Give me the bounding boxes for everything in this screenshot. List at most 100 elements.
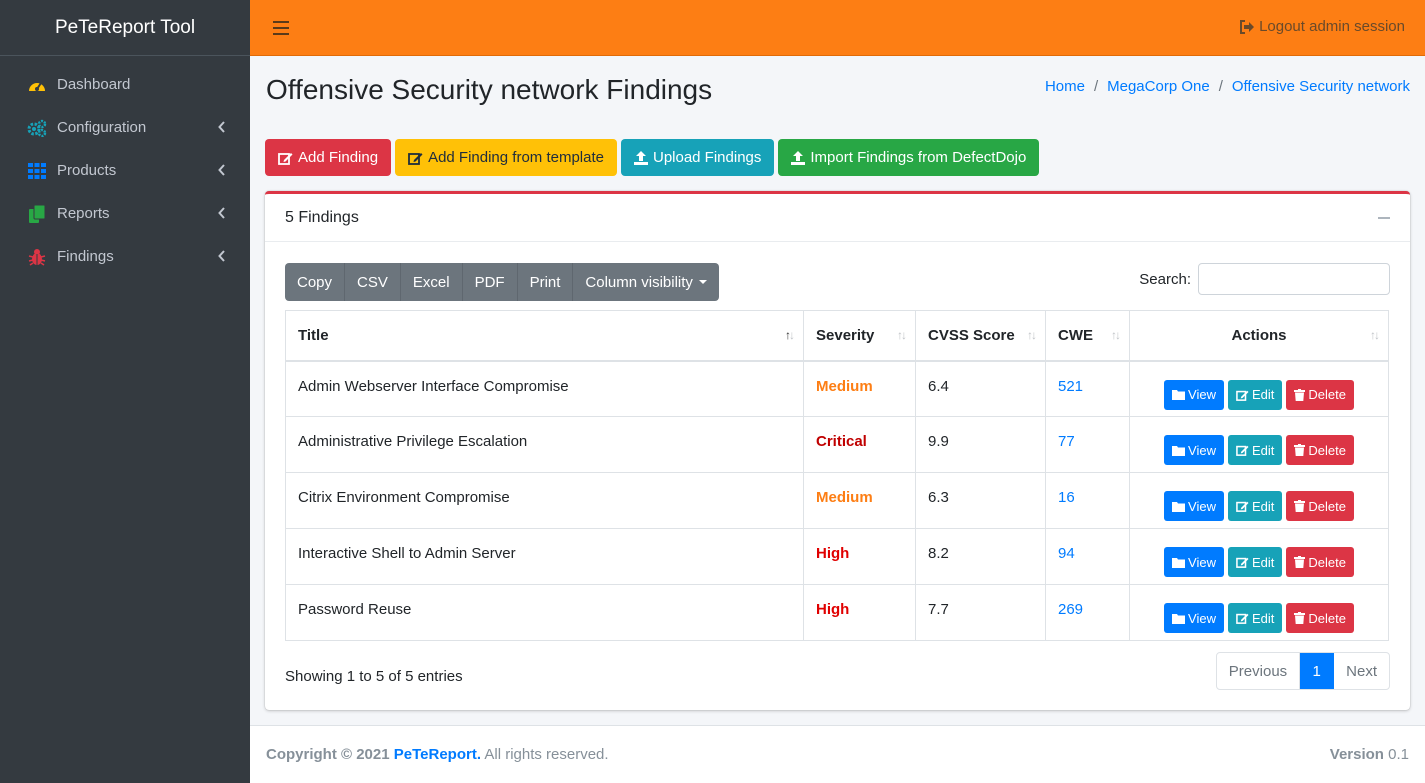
pagination-next[interactable]: Next (1334, 653, 1389, 689)
brand-title[interactable]: PeTeReport Tool (0, 0, 250, 56)
copyright: Copyright © 2021 PeTeReport. All rights … (266, 746, 609, 763)
edit-button[interactable]: Edit (1227, 547, 1283, 577)
upload-findings-button[interactable]: Upload Findings (620, 139, 775, 176)
finding-actions: View Edit Delete (1129, 528, 1389, 585)
delete-button[interactable]: Delete (1286, 379, 1354, 410)
breadcrumb-separator: / (1093, 78, 1099, 95)
breadcrumb: Home / MegaCorp One / Offensive Security… (1045, 78, 1410, 95)
excel-button[interactable]: Excel (400, 263, 463, 301)
trash-icon (1294, 500, 1306, 512)
table-row: Admin Webserver Interface Compromise Medi… (285, 360, 1389, 417)
edit-button[interactable]: Edit (1227, 435, 1283, 465)
view-button[interactable]: View (1164, 603, 1224, 633)
view-button[interactable]: View (1164, 547, 1224, 577)
column-header-cvss[interactable]: CVSS Score ↑↓ (915, 310, 1046, 362)
finding-cwe-link[interactable]: 269 (1045, 584, 1130, 641)
sidebar-item-label: Products (57, 162, 117, 179)
sidebar: PeTeReport Tool Dashboard Configuration … (0, 0, 250, 783)
finding-actions: View Edit Delete (1129, 472, 1389, 529)
finding-cwe-link[interactable]: 94 (1045, 528, 1130, 585)
edit-button[interactable]: Edit (1227, 603, 1283, 633)
delete-button[interactable]: Delete (1286, 435, 1354, 465)
finding-cwe-link[interactable]: 521 (1045, 360, 1130, 417)
add-finding-from-template-button[interactable]: Add Finding from template (395, 139, 617, 176)
folder-icon (1172, 501, 1186, 512)
edit-button[interactable]: Edit (1227, 379, 1283, 410)
table-info: Showing 1 to 5 of 5 entries (285, 668, 463, 685)
finding-severity: Medium (803, 472, 916, 529)
search-label: Search: (1139, 270, 1191, 288)
sidebar-item-configuration[interactable]: Configuration (0, 106, 250, 149)
sidebar-item-products[interactable]: Products (0, 149, 250, 192)
page-title: Offensive Security network Findings (266, 74, 713, 105)
delete-button[interactable]: Delete (1286, 603, 1354, 633)
trash-icon (1294, 388, 1306, 401)
table-row: Interactive Shell to Admin Server High 8.2… (285, 528, 1389, 585)
column-header-title[interactable]: Title ↑↓ (285, 310, 804, 362)
pagination-previous[interactable]: Previous (1217, 653, 1301, 689)
finding-cwe-link[interactable]: 16 (1045, 472, 1130, 529)
edit-icon (408, 151, 423, 165)
trash-icon (1294, 444, 1306, 456)
add-finding-button[interactable]: Add Finding (265, 139, 392, 176)
finding-action-bar: Add Finding Add Finding from template Up… (265, 139, 1043, 176)
column-header-severity[interactable]: Severity ↑↓ (803, 310, 916, 362)
finding-actions: View Edit Delete (1129, 584, 1389, 641)
delete-button[interactable]: Delete (1286, 547, 1354, 577)
chevron-left-icon (218, 249, 226, 265)
table-export-buttons: Copy CSV Excel PDF Print Column visibili… (285, 263, 719, 301)
sidebar-item-dashboard[interactable]: Dashboard (0, 63, 250, 106)
finding-cwe-link[interactable]: 77 (1045, 416, 1130, 473)
csv-button[interactable]: CSV (345, 263, 401, 301)
trash-icon (1294, 556, 1306, 568)
view-button[interactable]: View (1164, 435, 1224, 465)
folder-icon (1172, 445, 1186, 456)
version-info: Version 0.1 (1329, 746, 1409, 763)
breadcrumb-home[interactable]: Home (1045, 78, 1085, 95)
copy-button[interactable]: Copy (285, 263, 346, 301)
edit-icon (1236, 444, 1249, 456)
finding-title: Administrative Privilege Escalation (285, 416, 804, 473)
collapse-minus-icon[interactable] (1378, 216, 1390, 219)
finding-cvss: 9.9 (915, 416, 1046, 473)
pdf-button[interactable]: PDF (462, 263, 518, 301)
column-header-cwe[interactable]: CWE ↑↓ (1045, 310, 1130, 362)
table-row: Citrix Environment Compromise Medium 6.3 16… (285, 472, 1389, 529)
table-header-row: Title ↑↓ Severity ↑↓ CVSS Score ↑↓ CWE ↑↓ Ac… (285, 310, 1389, 362)
finding-cvss: 8.2 (915, 528, 1046, 585)
breadcrumb-report[interactable]: Offensive Security network (1232, 78, 1410, 95)
sidebar-nav: Dashboard Configuration Products Reports… (0, 56, 250, 278)
trash-icon (1294, 612, 1306, 624)
top-navbar: Logout admin session (250, 0, 1425, 56)
view-button[interactable]: View (1164, 491, 1224, 521)
grid-icon (27, 162, 47, 180)
finding-title: Admin Webserver Interface Compromise (285, 360, 804, 417)
table-row: Password Reuse High 7.7 269 View Edit Delete (285, 584, 1389, 641)
upload-icon (791, 150, 806, 165)
sidebar-item-findings[interactable]: Findings (0, 235, 250, 278)
breadcrumb-customer[interactable]: MegaCorp One (1107, 78, 1210, 95)
print-button[interactable]: Print (517, 263, 574, 301)
column-visibility-dropdown[interactable]: Column visibility (573, 263, 719, 301)
finding-severity: High (803, 584, 916, 641)
finding-cvss: 6.4 (915, 360, 1046, 417)
footer-brand-link[interactable]: PeTeReport. (394, 746, 481, 763)
menu-toggle-icon[interactable] (273, 18, 289, 38)
finding-title: Password Reuse (285, 584, 804, 641)
finding-cvss: 7.7 (915, 584, 1046, 641)
copy-icon (27, 204, 47, 223)
sign-out-icon (1239, 19, 1255, 34)
pagination-page-1[interactable]: 1 (1300, 653, 1335, 689)
edit-icon (1236, 500, 1249, 512)
column-header-actions[interactable]: Actions ↑↓ (1129, 310, 1389, 362)
edit-button[interactable]: Edit (1227, 491, 1283, 521)
logout-link[interactable]: Logout admin session (1239, 18, 1405, 35)
card-header: 5 Findings (265, 194, 1410, 242)
sort-icon: ↑↓ (1370, 328, 1380, 342)
sort-icon: ↑↓ (1111, 328, 1121, 342)
delete-button[interactable]: Delete (1286, 491, 1354, 521)
view-button[interactable]: View (1164, 379, 1224, 410)
import-defectdojo-button[interactable]: Import Findings from DefectDojo (778, 139, 1040, 176)
sidebar-item-reports[interactable]: Reports (0, 192, 250, 235)
search-input[interactable] (1198, 263, 1390, 295)
